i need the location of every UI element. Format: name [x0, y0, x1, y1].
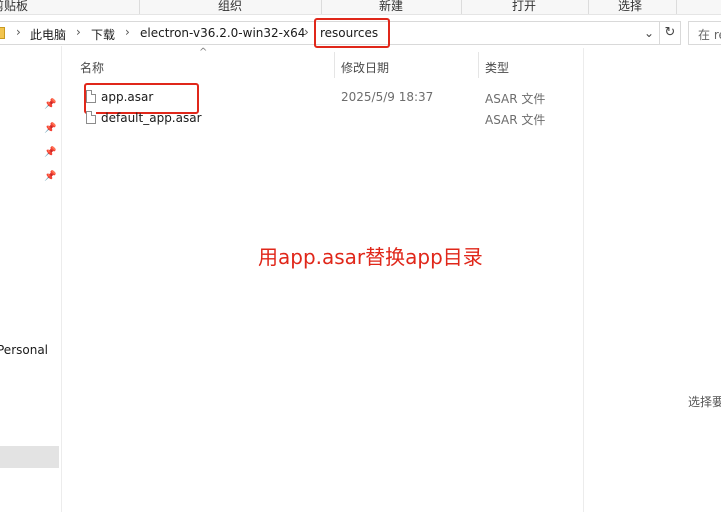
breadcrumb-this-pc[interactable]: 此电脑	[30, 26, 66, 43]
breadcrumb-electron-folder[interactable]: electron-v36.2.0-win32-x64	[140, 26, 305, 40]
nav-item-selected[interactable]	[0, 446, 59, 468]
preview-pane-divider[interactable]	[583, 48, 584, 512]
refresh-icon[interactable]: ↻	[659, 21, 681, 45]
ribbon-group-labels: 剪贴板 组织 新建 打开 选择	[0, 0, 721, 15]
pin-icon: 📌	[44, 99, 57, 110]
breadcrumb-separator: ›	[16, 25, 21, 39]
file-icon	[86, 111, 96, 124]
column-header-date[interactable]: 修改日期	[341, 59, 389, 76]
ribbon-label-new: 新建	[379, 0, 404, 13]
ribbon-label-open: 打开	[512, 0, 537, 13]
file-row[interactable]: default_app.asar ASAR 文件	[80, 109, 580, 129]
pin-icon: 📌	[44, 123, 57, 134]
column-header-type[interactable]: 类型	[485, 59, 509, 76]
breadcrumb-separator: ›	[304, 25, 309, 39]
column-divider[interactable]	[334, 52, 335, 78]
ribbon-separator	[461, 0, 462, 14]
ribbon-separator	[139, 0, 140, 14]
ribbon-label-clipboard: 剪贴板	[0, 0, 29, 13]
highlight-box-resources	[314, 18, 390, 48]
ribbon-separator	[676, 0, 677, 14]
search-placeholder: 在 re	[698, 28, 721, 42]
file-name[interactable]: default_app.asar	[101, 111, 202, 125]
chevron-down-icon[interactable]: ⌄	[640, 24, 658, 42]
folder-icon	[0, 27, 5, 39]
file-date: 2025/5/9 18:37	[341, 90, 434, 104]
ribbon-label-select: 选择	[618, 0, 643, 13]
search-input[interactable]: 在 re	[688, 21, 721, 45]
pin-icon: 📌	[44, 171, 57, 182]
column-header-name[interactable]: 名称	[80, 59, 104, 76]
annotation-text: 用app.asar替换app目录	[258, 245, 483, 269]
nav-item-personal[interactable]: Personal	[0, 343, 48, 357]
breadcrumb-separator: ›	[76, 25, 81, 39]
ribbon-separator	[321, 0, 322, 14]
preview-pane-hint: 选择要	[688, 395, 721, 409]
address-bar[interactable]: › 此电脑 › 下载 › electron-v36.2.0-win32-x64 …	[0, 18, 660, 48]
file-type: ASAR 文件	[485, 113, 546, 127]
breadcrumb-separator: ›	[125, 25, 130, 39]
sort-ascending-icon: ^	[199, 47, 208, 58]
ribbon-label-organize: 组织	[218, 0, 243, 13]
file-type: ASAR 文件	[485, 92, 546, 106]
pin-icon: 📌	[44, 147, 57, 158]
ribbon-separator	[588, 0, 589, 14]
breadcrumb-downloads[interactable]: 下载	[91, 26, 115, 43]
column-divider[interactable]	[478, 52, 479, 78]
navigation-pane[interactable]: 📌 📌 📌 📌 Personal	[0, 46, 62, 512]
